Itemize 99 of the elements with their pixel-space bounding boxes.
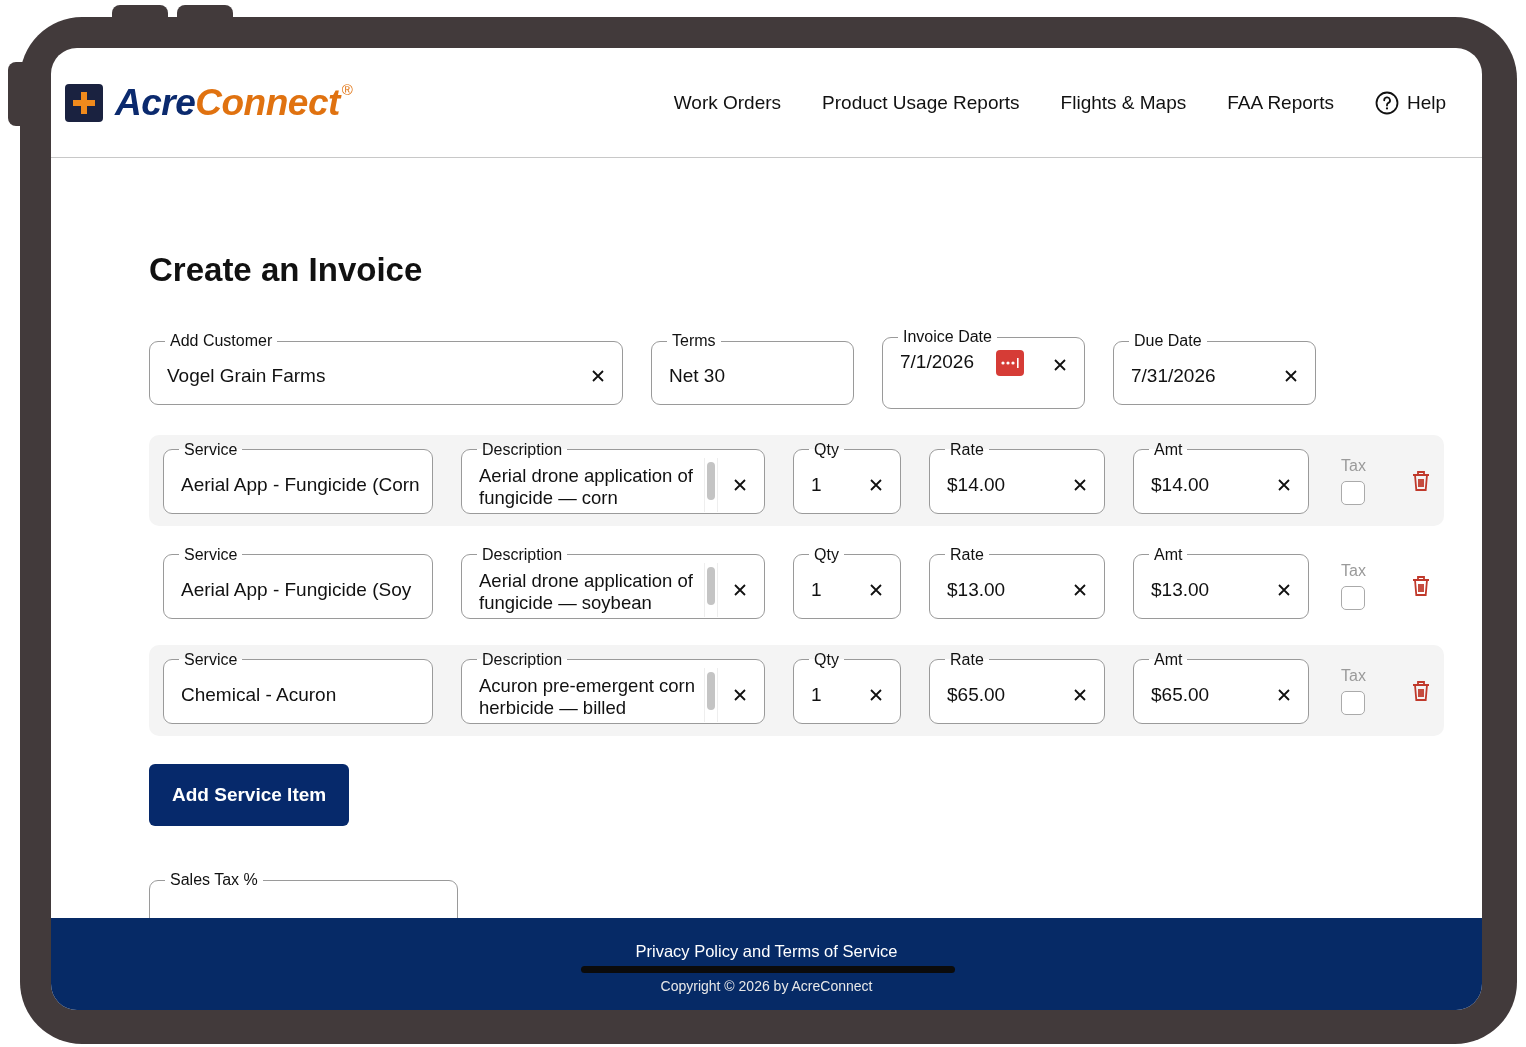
tax-checkbox[interactable]: [1341, 690, 1366, 715]
field-label: Rate: [949, 441, 985, 458]
field-value: Aerial drone application of fungicide — soybean: [479, 568, 694, 614]
field-value: Chemical - Acuron: [181, 683, 337, 706]
scrollbar-thumb[interactable]: [707, 566, 715, 605]
brand-name[interactable]: AcreConnect$^{®}$: [115, 81, 353, 124]
logo-icon: [65, 83, 103, 122]
field-label: Qty: [813, 651, 840, 668]
field-label: Amt: [1153, 546, 1184, 563]
trash-icon[interactable]: [1411, 679, 1430, 702]
field-label: Sales Tax %: [169, 872, 259, 888]
qty-field[interactable]: Qty 1: [793, 546, 901, 619]
form-field[interactable]: Invoice Date 7/1/2026: [882, 329, 1085, 409]
field-value: Aerial drone application of fungicide — corn: [479, 463, 694, 509]
description-field[interactable]: Description Aerial drone application of fungicide — corn: [461, 441, 765, 514]
clear-icon[interactable]: [1054, 359, 1066, 371]
amt-field[interactable]: Amt $65.00: [1133, 651, 1309, 724]
tax-label: Tax: [1341, 561, 1366, 580]
field-label: Service: [183, 441, 239, 458]
field-label: Due Date: [1133, 333, 1203, 349]
nav-link[interactable]: FAA Reports: [1227, 91, 1334, 114]
clear-icon[interactable]: [1278, 583, 1290, 596]
field-value: 7/31/2026: [1131, 365, 1216, 387]
scrollbar-thumb[interactable]: [707, 671, 715, 710]
field-value: 1: [811, 683, 822, 706]
rate-field[interactable]: Rate $14.00: [929, 441, 1105, 514]
field-label: Qty: [813, 546, 840, 563]
tax-checkbox[interactable]: [1341, 480, 1366, 505]
field-label: Rate: [949, 546, 985, 563]
trash-icon[interactable]: [1411, 574, 1430, 597]
clear-icon[interactable]: [1278, 478, 1290, 491]
tax-label: Tax: [1341, 456, 1366, 475]
field-value: Vogel Grain Farms: [167, 365, 326, 387]
nav-link[interactable]: Work Orders: [673, 91, 782, 114]
amt-field[interactable]: Amt $14.00: [1133, 441, 1309, 514]
field-value: Aerial App - Fungicide (Corn: [181, 473, 420, 496]
form-field[interactable]: Terms Net 30: [651, 333, 854, 405]
field-value: $65.00: [1151, 683, 1210, 706]
field-label: Amt: [1153, 441, 1184, 458]
field-value: Net 30: [669, 365, 725, 387]
field-value: $13.00: [947, 578, 1006, 601]
field-label: Qty: [813, 441, 840, 458]
clear-icon[interactable]: [1278, 688, 1290, 701]
clear-icon[interactable]: [1074, 688, 1086, 701]
clear-icon[interactable]: [870, 583, 882, 596]
field-label: Description: [481, 546, 564, 563]
field-value: Acuron pre-emergent corn herbicide — billed: [479, 673, 696, 719]
field-label: Add Customer: [169, 333, 274, 349]
field-value: $13.00: [1151, 578, 1210, 601]
page-title: Create an Invoice: [149, 251, 424, 289]
nav-link[interactable]: Flights & Maps: [1060, 91, 1187, 114]
clear-icon[interactable]: [870, 688, 882, 701]
amt-field[interactable]: Amt $13.00: [1133, 546, 1309, 619]
trash-icon[interactable]: [1411, 469, 1430, 492]
field-value: Aerial App - Fungicide (Soy: [181, 578, 412, 601]
field-label: Invoice Date: [902, 329, 993, 345]
field-label: Service: [183, 546, 239, 563]
clear-icon[interactable]: [734, 583, 746, 596]
clear-icon[interactable]: [1074, 583, 1086, 596]
clear-icon[interactable]: [1074, 478, 1086, 491]
service-field[interactable]: Service Chemical - Acuron: [163, 651, 433, 724]
form-field[interactable]: Add Customer Vogel Grain Farms: [149, 333, 623, 405]
help-icon[interactable]: [1374, 90, 1399, 115]
sales-tax-field[interactable]: Sales Tax %: [149, 872, 458, 918]
field-label: Rate: [949, 651, 985, 668]
field-value: 1: [811, 578, 822, 601]
clear-icon[interactable]: [734, 478, 746, 491]
field-value: $14.00: [947, 473, 1006, 496]
form-field[interactable]: Due Date 7/31/2026: [1113, 333, 1316, 405]
field-label: Service: [183, 651, 239, 668]
field-value: 7/1/2026: [900, 351, 974, 373]
tax-label: Tax: [1341, 666, 1366, 685]
description-field[interactable]: Description Aerial drone application of fungicide — soybean: [461, 546, 765, 619]
add-service-item-button[interactable]: Add Service Item: [149, 764, 350, 826]
field-label: Description: [481, 441, 564, 458]
clear-icon[interactable]: [870, 478, 882, 491]
date-picker-icon[interactable]: [995, 350, 1024, 376]
field-label: Amt: [1153, 651, 1184, 668]
field-value: $14.00: [1151, 473, 1210, 496]
nav-link[interactable]: Product Usage Reports: [822, 91, 1020, 114]
field-value: $65.00: [947, 683, 1006, 706]
field-label: Description: [481, 651, 564, 668]
clear-icon[interactable]: [734, 688, 746, 701]
clear-icon[interactable]: [1285, 370, 1297, 382]
field-value: 1: [811, 473, 822, 496]
help-link[interactable]: Help: [1406, 91, 1446, 114]
field-label: Terms: [671, 333, 717, 349]
privacy-link[interactable]: Privacy Policy and Terms of Service: [635, 942, 898, 961]
clear-icon[interactable]: [592, 370, 604, 382]
service-field[interactable]: Service Aerial App - Fungicide (Corn: [163, 441, 433, 514]
tax-checkbox[interactable]: [1341, 585, 1366, 610]
description-field[interactable]: Description Acuron pre-emergent corn herbicide — billed: [461, 651, 765, 724]
qty-field[interactable]: Qty 1: [793, 651, 901, 724]
rate-field[interactable]: Rate $65.00: [929, 651, 1105, 724]
scrollbar-thumb[interactable]: [707, 461, 715, 500]
qty-field[interactable]: Qty 1: [793, 441, 901, 514]
service-field[interactable]: Service Aerial App - Fungicide (Soy: [163, 546, 433, 619]
copyright-text: Copyright © 2026 by AcreConnect: [660, 978, 873, 994]
rate-field[interactable]: Rate $13.00: [929, 546, 1105, 619]
